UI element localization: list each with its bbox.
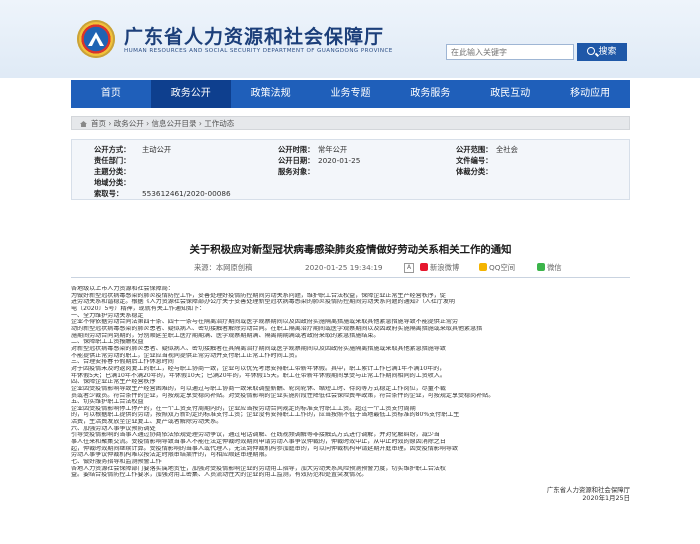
share-qzone-label: QQ空间 xyxy=(489,263,516,272)
article-paragraph: 年休假5天；已满10年不满20年的，年休假10天；已满20年的，年休假15天。职… xyxy=(71,372,446,379)
article-paragraph: 动的新型冠状病毒感染的肺炎患者、疑似病人、密切接触者解除劳动合同。在职工隔离治疗… xyxy=(71,325,483,332)
article-paragraph: 三、合理安排春节假期后工作休息时间 xyxy=(71,359,174,366)
article-paragraph: 七、做好服务指导和监测预警工作 xyxy=(71,459,162,466)
wechat-icon xyxy=(537,263,545,271)
article-paragraph: 员或者少裁员。符合条件的企业，可按规定享受稳岗补贴。对受疫情影响的企业实施阶段性… xyxy=(71,392,495,399)
article-paragraph: 五、切实维护职工合法权益 xyxy=(71,399,144,406)
article-paragraph: 施期间劳动合同到期的，分别顺延至职工医疗期期满、医学观察期期满、隔离期期满或者政… xyxy=(71,332,380,339)
search-input[interactable] xyxy=(446,44,574,60)
article-paragraph: 对新型冠状病毒感染的肺炎患者、疑似病人、密切接触者在其隔离治疗期间或医学观察期间… xyxy=(71,345,446,352)
nav-item-policy[interactable]: 政策法规 xyxy=(231,80,311,108)
nav-item-gov-affairs[interactable]: 政务公开 xyxy=(150,80,231,108)
main-nav: 首页 政务公开 政策法规 业务专题 政务服务 政民互动 移动应用 xyxy=(71,80,630,108)
emblem-logo[interactable] xyxy=(77,20,115,58)
article-paragraph: 起，仲裁时效期间继续计算。受疫情影响的当事人或代理人，无法到仲裁机构参加庭审的，… xyxy=(71,445,458,452)
article-paragraph: 事人往来和聚集交流。受疫情影响导致当事人不能在法定仲裁时效期间申请劳动人事争议仲… xyxy=(71,439,446,446)
nav-item-interaction[interactable]: 政民互动 xyxy=(470,80,550,108)
search-button-label: 搜索 xyxy=(598,47,617,57)
qzone-icon xyxy=(479,263,487,271)
article-paragraph: 二、保障职工工资报酬权益 xyxy=(71,339,144,346)
article-paragraph: 的，可以根据职工提供的劳动，按照双方新约定的标准支付工资；企业没有安排职工工作的… xyxy=(71,412,460,419)
article-datetime: 2020-01-25 19:34:19 xyxy=(305,263,383,272)
article-paragraph: 各地级以上市人力资源和社会保障局： xyxy=(71,286,174,292)
article-paragraph: 活费，生活费发放至企业复工、复产或者解除劳动关系。 xyxy=(71,419,223,426)
meta-value: 553612461/2020-00086 xyxy=(142,189,231,198)
article-paragraph: 对于因疫情未及时返岗复工的职工，经与职工协商一致，企业可以优先考虑安排职工带薪年… xyxy=(71,365,446,372)
article-body: 各地级以上市人力资源和社会保障局： 为做好新型冠状病毒感染的肺炎疫情防控工作，妥… xyxy=(71,286,630,479)
meta-label: 索取号： xyxy=(94,189,124,198)
article-paragraph: 电〔2020〕5号）精神，现就有关工作通知如下： xyxy=(71,305,206,312)
article-paragraph: 为做好新型冠状病毒感染的肺炎疫情防控工作，妥善处理好疫情防控期间劳动关系问题，维… xyxy=(71,292,446,299)
nav-item-mobile[interactable]: 移动应用 xyxy=(550,80,630,108)
signature-date: 2020年1月25日 xyxy=(582,493,630,502)
meta-row: 索取号： 553612461/2020-00086 xyxy=(72,188,629,200)
search-button[interactable]: 搜索 xyxy=(577,43,627,61)
article-paragraph: 益。要结合疫情防控工作要求，加强对用工密集、人员流动性大的企业的用工监测，有效防… xyxy=(71,472,368,479)
article-paragraph: 劳动人事争议仲裁机构难以按法定时限审结案件的，可相应顺延审理期限。 xyxy=(71,452,271,459)
article-source-row: 来源：本网原创稿 2020-01-25 19:34:19 A 新浪微博 QQ空间… xyxy=(71,262,630,274)
nav-item-topics[interactable]: 业务专题 xyxy=(311,80,391,108)
article-source: 来源：本网原创稿 xyxy=(194,263,253,272)
emblem-mountain-icon xyxy=(88,32,104,46)
site-header: 广东省人力资源和社会保障厅 HUMAN RESOURCES AND SOCIAL… xyxy=(0,0,700,78)
share-weibo[interactable]: 新浪微博 xyxy=(420,262,459,274)
divider xyxy=(71,277,630,278)
share-weibo-label: 新浪微博 xyxy=(430,263,460,272)
article-paragraph: 各地人力资源社会保障部门要落实属地责任，加强对受疫情影响企业的劳动用工指导，加大… xyxy=(71,465,446,472)
article-paragraph: 六、加强劳动人事争议预防调处 xyxy=(71,425,156,432)
breadcrumb: 首页 › 政务公开 › 信息公开目录 › 工作动态 xyxy=(71,116,630,130)
share-qzone[interactable]: QQ空间 xyxy=(479,262,515,274)
share-wechat[interactable]: 微信 xyxy=(537,262,562,274)
breadcrumb-text[interactable]: 首页 › 政务公开 › 信息公开目录 › 工作动态 xyxy=(91,119,234,128)
metadata-panel: 公开方式： 主动公开 公开时限： 常年公开 公开范围： 全社会 责任部门： 公开… xyxy=(71,139,630,200)
article-paragraph: 企业因受疫情影响停工停产的，在一个工资支付周期内的，企业应当按劳动合同规定的标准… xyxy=(71,405,416,412)
nav-item-services[interactable]: 政务服务 xyxy=(390,80,470,108)
font-size-icon[interactable]: A xyxy=(404,263,414,273)
site-subtitle: HUMAN RESOURCES AND SOCIAL SECURITY DEPA… xyxy=(124,48,393,54)
article-title: 关于积极应对新型冠状病毒感染肺炎疫情做好劳动关系相关工作的通知 xyxy=(189,244,512,256)
article-paragraph: 进劳动关系和谐稳定。根据《人力资源社会保障部办公厅关于妥善处理新型冠状病毒感染的… xyxy=(71,299,455,306)
article-paragraph: 企业因受疫情影响导致生产经营困难的，可以通过与职工协商一致采取调整薪酬、轮岗轮休… xyxy=(71,385,446,392)
article-paragraph: 一、全力维护劳动关系稳定 xyxy=(71,312,144,319)
article-paragraph: 四、保障企业正常生产经营秩序 xyxy=(71,379,156,386)
site-title: 广东省人力资源和社会保障厅 xyxy=(124,26,385,48)
search-icon xyxy=(587,47,596,55)
nav-item-home[interactable]: 首页 xyxy=(71,80,151,108)
article-paragraph: 不能提供正常劳动的职工，企业应当视同提供正常劳动并支付职工正常工作时间工资。 xyxy=(71,352,301,359)
share-wechat-label: 微信 xyxy=(547,263,562,272)
article-paragraph: 企业不得依据劳动合同法第四十条、四十一条与在隔离治疗期间或医学观察期间以及因政府… xyxy=(71,319,458,326)
weibo-icon xyxy=(420,263,428,271)
article-paragraph: 引导受疫情影响的当事人通过协商依法依规处理劳动争议，通过电话调解、在线视频调解等… xyxy=(71,432,440,439)
home-icon xyxy=(80,121,87,127)
